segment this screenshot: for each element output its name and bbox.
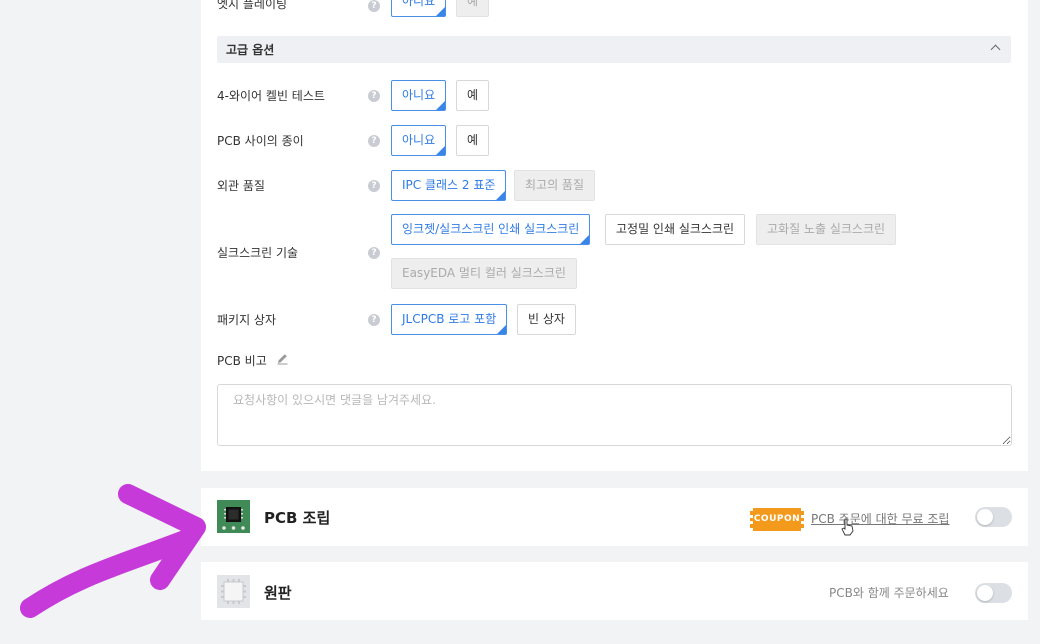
- annotation-arrow: [20, 484, 206, 618]
